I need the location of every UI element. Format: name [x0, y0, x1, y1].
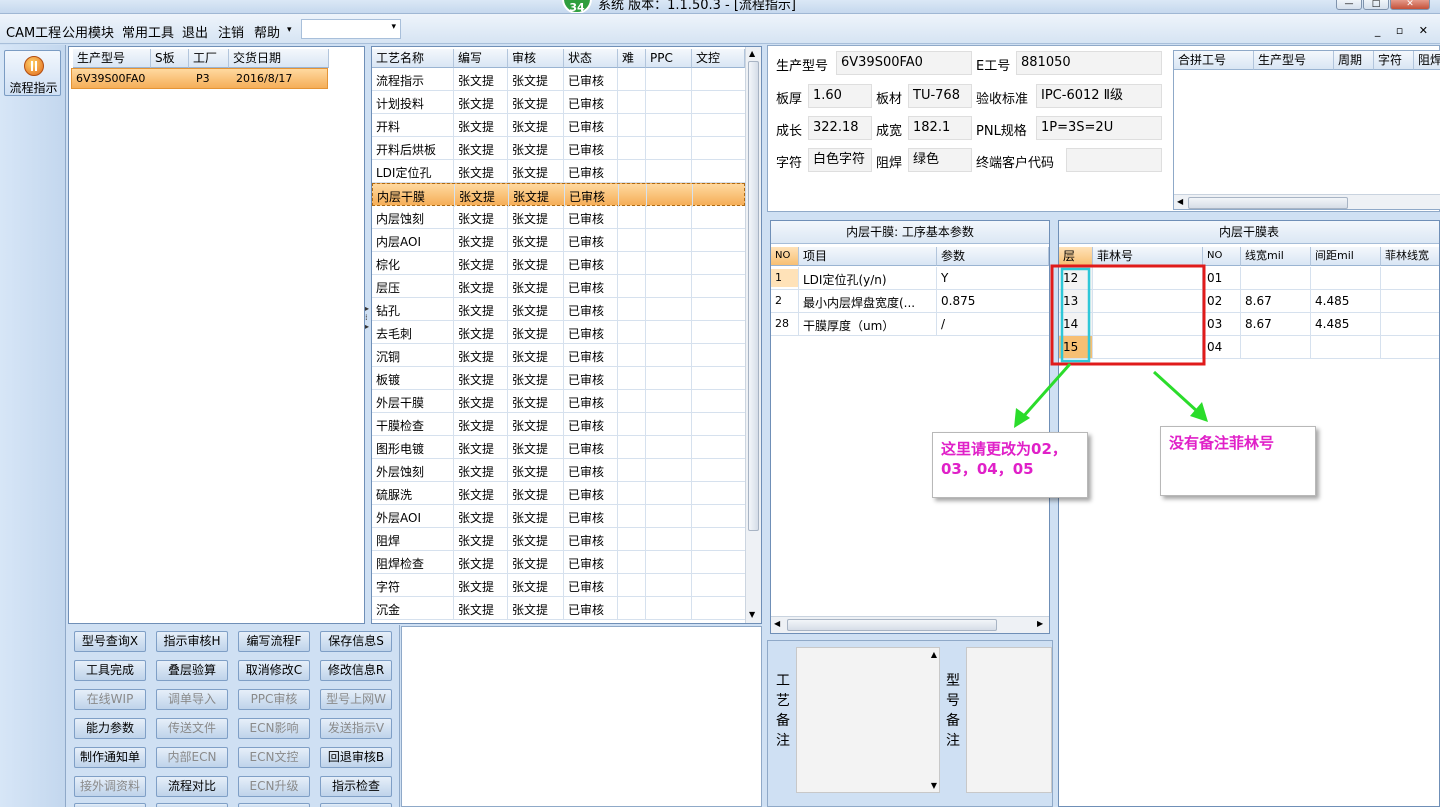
red-highlight-box — [1050, 264, 1206, 366]
annotation-note-2: 没有备注菲林号 — [1160, 426, 1316, 496]
annotation-note-1: 这里请更改为02，03，04，05 — [932, 432, 1088, 498]
annotation-overlay — [1014, 264, 1208, 428]
cyan-highlight-box — [1060, 267, 1091, 363]
arrowhead-2-icon — [1190, 402, 1208, 422]
green-arrow-1 — [1020, 363, 1072, 419]
green-arrow-2 — [1152, 370, 1200, 414]
